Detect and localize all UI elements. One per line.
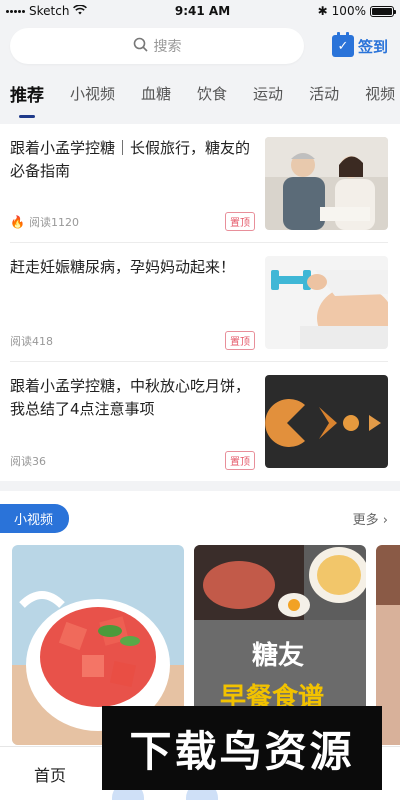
tab-diet[interactable]: 饮食	[197, 83, 227, 108]
signin-button[interactable]: ✓ 签到	[331, 32, 388, 57]
article-thumbnail-mooncakes	[265, 375, 388, 468]
clock: 9:41 AM	[174, 4, 231, 18]
more-link[interactable]: 更多 ›	[353, 509, 388, 528]
tab-blood-sugar[interactable]: 血糖	[141, 83, 171, 108]
search-icon	[133, 37, 148, 56]
search-row: 搜索 ✓ 签到	[0, 22, 400, 70]
calendar-check-icon: ✓	[331, 32, 354, 57]
pinned-badge: 置顶	[225, 331, 255, 350]
tab-recommend[interactable]: 推荐	[10, 81, 44, 110]
battery-icon	[369, 5, 396, 17]
more-label: 更多	[352, 512, 379, 528]
article-title: 跟着小孟学控糖｜长假旅行，糖友的必备指南	[10, 139, 251, 180]
section-badge: 小视频	[0, 503, 70, 533]
article-thumbnail-elderly-couple	[265, 137, 388, 230]
bluetooth-icon: ✱	[317, 4, 328, 18]
tab-exercise[interactable]: 运动	[253, 83, 283, 108]
article-title: 赶走妊娠糖尿病，孕妈妈动起来！	[10, 258, 236, 276]
nav-home[interactable]: 首页	[34, 762, 66, 786]
article-feed: 跟着小孟学控糖｜长假旅行，糖友的必备指南 🔥 阅读1120 置顶 赶走妊娠糖尿病…	[0, 124, 400, 481]
signal-icon	[6, 9, 25, 13]
pinned-badge: 置顶	[225, 451, 255, 470]
read-count: 阅读418	[10, 334, 53, 348]
article-thumbnail-pregnant-dumbbell	[265, 256, 388, 349]
tab-video[interactable]: 视频	[365, 83, 395, 108]
carrier-label: Sketch	[29, 4, 70, 18]
wifi-icon	[73, 4, 88, 18]
read-count: 阅读1120	[28, 215, 79, 229]
status-bar: Sketch 9:41 AM ✱ 100%	[0, 0, 400, 22]
search-input[interactable]: 搜索	[10, 28, 304, 64]
watermark-overlay: 下载鸟资源	[102, 706, 382, 790]
article-item[interactable]: 跟着小孟学控糖，中秋放心吃月饼，我总结了4点注意事项 阅读36 置顶	[10, 362, 388, 481]
signin-label: 签到	[357, 37, 388, 56]
article-title: 跟着小孟学控糖，中秋放心吃月饼，我总结了4点注意事项	[10, 377, 251, 418]
tab-short-video[interactable]: 小视频	[70, 83, 115, 108]
search-placeholder: 搜索	[153, 39, 182, 55]
battery-percent: 100%	[331, 4, 366, 18]
chevron-right-icon: ›	[382, 512, 388, 528]
pinned-badge: 置顶	[225, 212, 255, 231]
card-caption-line1: 糖友	[252, 641, 305, 671]
article-item[interactable]: 赶走妊娠糖尿病，孕妈妈动起来！ 阅读418 置顶	[10, 243, 388, 362]
read-count: 阅读36	[10, 454, 46, 468]
tab-activity[interactable]: 活动	[309, 83, 339, 108]
fire-icon: 🔥	[10, 214, 25, 229]
article-item[interactable]: 跟着小孟学控糖｜长假旅行，糖友的必备指南 🔥 阅读1120 置顶	[10, 124, 388, 243]
category-tabs: 推荐 小视频 血糖 饮食 运动 活动 视频	[0, 70, 400, 120]
